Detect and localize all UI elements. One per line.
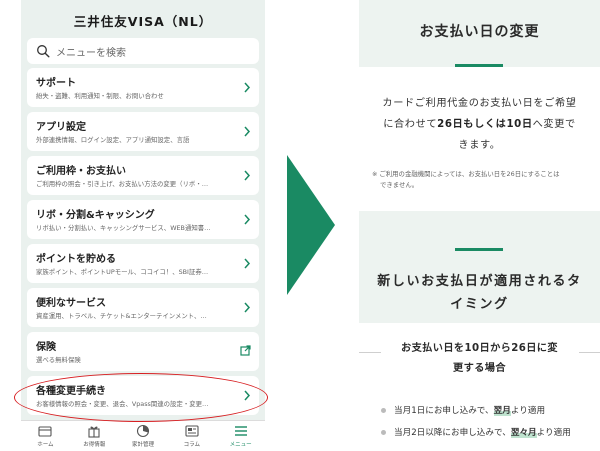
chevron-right-icon — [244, 82, 251, 93]
menu-item-subtitle: 家族ポイント、ポイントUPモール、ココイコ！、SBI証券… — [36, 268, 209, 276]
list-item: 当月1日にお申し込みで、 翌月 より適用 — [381, 404, 545, 416]
tab-menu[interactable]: メニュー — [216, 421, 265, 451]
chevron-right-icon — [244, 214, 251, 225]
search-icon — [37, 45, 50, 58]
section-title: 新しいお支払日が適用されるタ — [377, 274, 582, 289]
list-item-emphasis: 翌月 — [493, 404, 511, 416]
description-emphasis: 26日もしくは10日 — [437, 119, 533, 130]
description-line: きます。 — [458, 140, 501, 151]
menu-item-credit-limit-payment[interactable]: ご利用枠・お支払い ご利用枠の照会・引き上げ、お支払い方法の変更（リボ・… — [27, 156, 259, 195]
page-title: お支払い日の変更 — [419, 24, 540, 40]
chevron-right-icon — [244, 170, 251, 181]
menu-item-subtitle: リボ払い・分割払い、キャッシングサービス、WEB通知書… — [36, 224, 211, 232]
menu-item-app-settings[interactable]: アプリ設定 外部連携情報、ログイン設定、アプリ通知設定、言語 — [27, 112, 259, 151]
search-input[interactable]: メニューを検索 — [27, 38, 259, 64]
menu-item-useful-services[interactable]: 便利なサービス 資産運用、トラベル、チケット&エンターテインメント、… — [27, 288, 259, 327]
info-panel: お支払い日の変更 カードご利用代金のお支払い日をご希望 に合わせて26日もしくは… — [359, 0, 600, 451]
tab-label: ホーム — [37, 442, 54, 448]
tab-label: お得情報 — [83, 442, 106, 448]
list-item-text: より適用 — [536, 428, 571, 438]
menu-item-subtitle: 資産運用、トラベル、チケット&エンターテインメント、… — [36, 312, 207, 320]
tab-label: コラム — [183, 442, 200, 448]
list-item-text: 当月2日以降にお申し込みで、 — [394, 428, 511, 438]
arrow-right-icon — [287, 155, 335, 295]
chevron-right-icon — [244, 302, 251, 313]
list-item-text: 当月1日にお申し込みで、 — [394, 406, 494, 416]
menu-item-title: サポート — [36, 78, 76, 89]
menu-item-earn-points[interactable]: ポイントを貯める 家族ポイント、ポイントUPモール、ココイコ！、SBI証券… — [27, 244, 259, 283]
chevron-right-icon — [244, 258, 251, 269]
menu-item-subtitle: 選べる無料保険 — [36, 356, 81, 364]
list-item-text: より適用 — [510, 406, 546, 416]
menu-item-title: ポイントを貯める — [36, 254, 116, 265]
menu-item-title: ご利用枠・お支払い — [36, 166, 126, 177]
list-item-emphasis: 翌々月 — [510, 426, 537, 438]
note-text: ※ ご利用の金融機関によっては、お支払い日を26日にすることは — [372, 170, 560, 178]
article-icon — [185, 425, 199, 437]
description-line: カードご利用代金のお支払い日をご希望 — [382, 98, 577, 109]
menu-item-title: アプリ設定 — [36, 122, 86, 133]
menu-item-support[interactable]: サポート 紛失・盗難、利用通知・制限、お問い合わせ — [27, 68, 259, 107]
tab-household[interactable]: 家計管理 — [119, 421, 168, 451]
tab-home[interactable]: ホーム — [21, 421, 70, 451]
note-text: できません。 — [380, 181, 419, 189]
tab-label: 家計管理 — [131, 442, 154, 448]
search-placeholder: メニューを検索 — [56, 47, 126, 59]
tab-deals[interactable]: お得情報 — [70, 421, 119, 451]
bullet-icon — [381, 407, 386, 413]
external-link-icon — [240, 345, 251, 356]
description-text: に合わせて — [383, 119, 438, 130]
highlight-circle — [14, 373, 268, 422]
section-title: イミング — [450, 297, 509, 312]
hamburger-icon — [234, 426, 247, 436]
title-underline — [455, 64, 503, 67]
menu-item-insurance[interactable]: 保険 選べる無料保険 — [27, 332, 259, 371]
tab-label: メニュー — [229, 442, 252, 448]
case-heading: お支払い日を10日から26日に変 — [400, 343, 558, 354]
menu-item-title: 保険 — [36, 342, 56, 353]
menu-item-subtitle: 外部連携情報、ログイン設定、アプリ通知設定、言語 — [36, 136, 190, 144]
description-line: に合わせて26日もしくは10日へ変更で — [359, 115, 600, 130]
bullet-icon — [381, 429, 386, 435]
menu-item-title: リボ・分割&キャッシング — [36, 210, 155, 221]
case-heading: 更する場合 — [453, 363, 506, 374]
section-underline — [455, 248, 503, 251]
app-title: 三井住友VISA（NL） — [73, 14, 213, 29]
menu-item-subtitle: ご利用枠の照会・引き上げ、お支払い方法の変更（リボ・… — [36, 180, 209, 188]
menu-item-subtitle: 紛失・盗難、利用通知・制限、お問い合わせ — [36, 92, 164, 100]
chevron-right-icon — [244, 126, 251, 137]
menu-item-revolving-cashing[interactable]: リボ・分割&キャッシング リボ払い・分割払い、キャッシングサービス、WEB通知書… — [27, 200, 259, 239]
menu-item-title: 便利なサービス — [36, 298, 106, 309]
list-item: 当月2日以降にお申し込みで、 翌々月 より適用 — [381, 426, 571, 438]
pie-chart-icon — [136, 424, 150, 438]
description-text: へ変更で — [532, 119, 576, 130]
wallet-icon — [38, 426, 52, 437]
gift-icon — [88, 426, 100, 438]
bottom-tab-bar: ホーム お得情報 家計管理 コラム メニュー — [21, 420, 265, 451]
tab-column[interactable]: コラム — [167, 421, 216, 451]
